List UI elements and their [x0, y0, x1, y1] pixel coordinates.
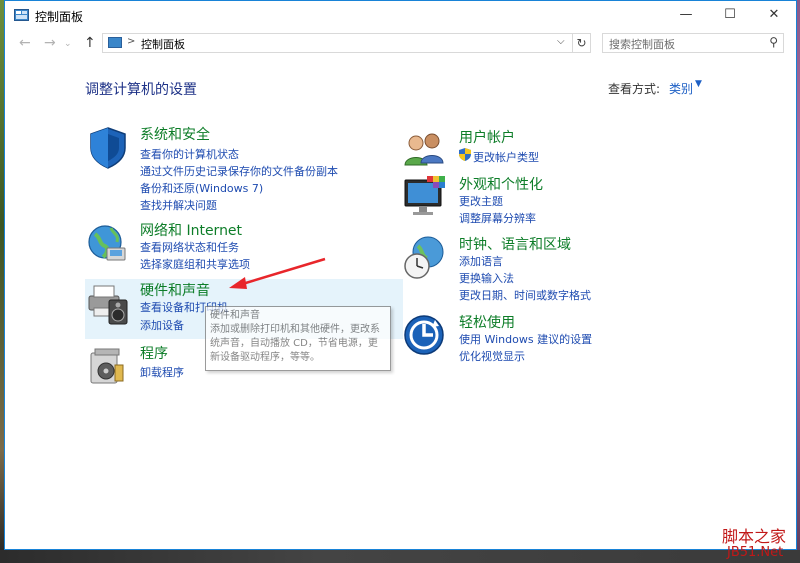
- breadcrumb-separator-icon[interactable]: >: [127, 36, 135, 47]
- link-add-device[interactable]: 添加设备: [140, 317, 184, 333]
- maximize-button[interactable]: ☐: [710, 1, 750, 29]
- control-panel-icon: [14, 9, 29, 21]
- breadcrumb-control-panel[interactable]: 控制面板: [141, 36, 185, 52]
- link-backup-restore[interactable]: 备份和还原(Windows 7): [140, 180, 263, 196]
- link-add-language[interactable]: 添加语言: [459, 253, 503, 269]
- navigation-bar: ← → ⌄ ↑ > 控制面板 ⌵ ↻ 搜索控制面板 ⚲: [5, 30, 796, 58]
- category-title[interactable]: 时钟、语言和区域: [459, 234, 571, 254]
- category-title[interactable]: 硬件和声音: [140, 280, 210, 300]
- view-by-dropdown[interactable]: 类别: [669, 80, 693, 97]
- back-arrow-icon[interactable]: ←: [19, 35, 31, 51]
- shield-icon: [90, 127, 126, 169]
- recent-locations-chevron-icon[interactable]: ⌄: [64, 39, 72, 49]
- title-bar[interactable]: 控制面板 — ☐ ✕: [5, 1, 796, 30]
- view-by-chevron-icon[interactable]: ▼: [695, 79, 702, 89]
- view-by-label: 查看方式:: [608, 82, 661, 96]
- users-icon: [404, 133, 444, 166]
- link-screen-resolution[interactable]: 调整屏幕分辨率: [459, 210, 536, 226]
- hardware-tooltip: 硬件和声音 添加或删除打印机和其他硬件，更改系统声音，自动播放 CD，节省电源，…: [205, 306, 391, 371]
- category-title[interactable]: 轻松使用: [459, 312, 515, 332]
- category-title[interactable]: 系统和安全: [140, 124, 210, 144]
- address-bar[interactable]: > 控制面板 ⌵: [102, 33, 573, 53]
- programs-icon: [90, 348, 124, 384]
- watermark-url: JB51.Net: [727, 545, 784, 560]
- category-title[interactable]: 网络和 Internet: [140, 220, 242, 240]
- link-recommended-settings[interactable]: 使用 Windows 建议的设置: [459, 331, 592, 347]
- link-view-computer-status[interactable]: 查看你的计算机状态: [140, 146, 239, 162]
- globe-network-icon: [88, 225, 126, 261]
- uac-shield-icon: [459, 148, 471, 161]
- monitor-palette-icon: [404, 176, 445, 215]
- category-clock-language-region: 时钟、语言和区域 添加语言 更换输入法 更改日期、时间或数字格式: [401, 234, 651, 304]
- minimize-button[interactable]: —: [666, 1, 706, 29]
- category-title[interactable]: 程序: [140, 343, 168, 363]
- printer-speaker-icon: [88, 285, 128, 325]
- search-icon[interactable]: ⚲: [769, 35, 778, 49]
- control-panel-window: 控制面板 — ☐ ✕ ← → ⌄ ↑ > 控制面板 ⌵ ↻ 搜索控制面板 ⚲ 调…: [4, 0, 797, 550]
- link-change-input-method[interactable]: 更换输入法: [459, 270, 514, 286]
- link-date-time-format[interactable]: 更改日期、时间或数字格式: [459, 287, 591, 303]
- category-system-security: 系统和安全 查看你的计算机状态 通过文件历史记录保存你的文件备份副本 备份和还原…: [85, 124, 385, 212]
- page-heading: 调整计算机的设置: [85, 82, 197, 98]
- category-title[interactable]: 用户帐户: [459, 127, 515, 147]
- forward-arrow-icon[interactable]: →: [44, 35, 56, 51]
- link-uninstall-program[interactable]: 卸载程序: [140, 364, 184, 380]
- annotation-arrow-icon: [229, 257, 326, 289]
- search-input[interactable]: 搜索控制面板: [609, 36, 675, 52]
- address-dropdown-icon[interactable]: ⌵: [557, 36, 565, 47]
- tooltip-title: 硬件和声音: [210, 310, 260, 321]
- refresh-button[interactable]: ↻: [573, 33, 591, 53]
- clock-globe-icon: [404, 236, 444, 279]
- close-button[interactable]: ✕: [754, 1, 794, 29]
- desktop-bottom-edge: [0, 550, 800, 563]
- window-title: 控制面板: [35, 10, 84, 24]
- link-change-account-type[interactable]: 更改帐户类型: [473, 149, 539, 165]
- ease-of-access-icon: [404, 315, 444, 355]
- address-control-panel-icon: [108, 37, 122, 48]
- category-appearance: 外观和个性化 更改主题 调整屏幕分辨率: [401, 174, 651, 226]
- link-change-theme[interactable]: 更改主题: [459, 193, 503, 209]
- link-optimize-display[interactable]: 优化视觉显示: [459, 348, 525, 364]
- watermark-logo: 脚本之家: [722, 527, 787, 546]
- category-user-accounts: 用户帐户 更改帐户类型: [401, 127, 651, 167]
- search-box[interactable]: 搜索控制面板 ⚲: [602, 33, 784, 53]
- link-file-history[interactable]: 通过文件历史记录保存你的文件备份副本: [140, 163, 338, 179]
- link-network-status[interactable]: 查看网络状态和任务: [140, 239, 239, 255]
- category-ease-of-access: 轻松使用 使用 Windows 建议的设置 优化视觉显示: [401, 312, 651, 364]
- up-arrow-icon[interactable]: ↑: [84, 35, 96, 51]
- link-troubleshoot[interactable]: 查找并解决问题: [140, 197, 217, 213]
- tooltip-body: 添加或删除打印机和其他硬件，更改系统声音，自动播放 CD，节省电源，更新设备驱动…: [210, 324, 380, 363]
- category-title[interactable]: 外观和个性化: [459, 174, 543, 194]
